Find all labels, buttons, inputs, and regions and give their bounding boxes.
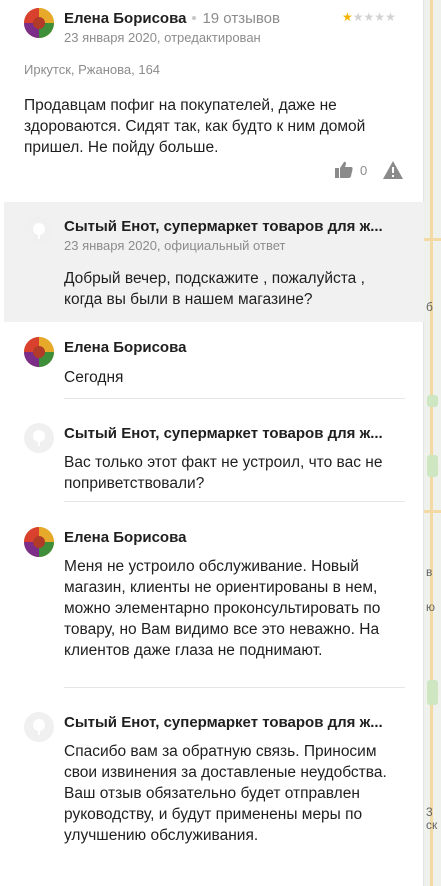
review-text: Продавцам пофиг на покупателей, даже не … bbox=[24, 97, 366, 156]
avatar[interactable] bbox=[24, 527, 54, 557]
thumbs-up-icon[interactable] bbox=[334, 160, 354, 185]
separator-dot bbox=[192, 16, 197, 20]
star-icon: ★ bbox=[352, 10, 364, 24]
thread-author: Сытый Енот, супермаркет товаров для ж... bbox=[64, 714, 383, 731]
star-icon: ★ bbox=[342, 10, 353, 24]
thread-text: Меня не устроило обслуживание. Новый маг… bbox=[64, 558, 381, 659]
avatar[interactable] bbox=[24, 8, 54, 38]
star-icon: ★ bbox=[374, 10, 386, 24]
thread-text: Вас только этот факт не устроил, что вас… bbox=[64, 454, 383, 492]
tree-icon bbox=[33, 719, 45, 735]
organization-avatar bbox=[24, 216, 54, 246]
map-label: б bbox=[426, 300, 433, 314]
divider bbox=[64, 687, 405, 688]
map-label: 3 bbox=[426, 805, 433, 819]
reviews-panel: Елена Борисова 19 отзывов ★★★★★ 23 января… bbox=[0, 0, 424, 886]
map-label: ю bbox=[426, 600, 435, 614]
thread-text: Сегодня bbox=[64, 369, 124, 386]
organization-avatar bbox=[24, 712, 54, 742]
reply-org-name: Сытый Енот, супермаркет товаров для ж... bbox=[64, 218, 383, 235]
report-icon[interactable] bbox=[382, 160, 404, 185]
map-edge[interactable]: б в ю 3 ск bbox=[423, 0, 441, 886]
star-icon: ★ bbox=[363, 10, 375, 24]
author-name[interactable]: Елена Борисова bbox=[64, 10, 186, 27]
review-date: 23 января 2020, отредактирован bbox=[64, 30, 261, 45]
divider bbox=[64, 501, 405, 502]
star-icon: ★ bbox=[385, 10, 396, 24]
organization-avatar bbox=[24, 423, 54, 453]
divider bbox=[64, 398, 405, 399]
reviews-count[interactable]: 19 отзывов bbox=[202, 10, 280, 27]
thread-author[interactable]: Елена Борисова bbox=[64, 529, 186, 546]
review-author[interactable]: Елена Борисова 19 отзывов bbox=[64, 10, 280, 27]
reply-text: Добрый вечер, подскажите , пожалуйста , … bbox=[64, 270, 365, 308]
review-address: Иркутск, Ржанова, 164 bbox=[24, 62, 161, 77]
thread-text: Спасибо вам за обратную связь. Приносим … bbox=[64, 743, 387, 844]
tree-icon bbox=[33, 430, 45, 446]
reply-date: 23 января 2020, официальный ответ bbox=[64, 238, 286, 253]
like-count: 0 bbox=[360, 163, 368, 178]
map-label: в bbox=[426, 565, 433, 579]
thread-author: Сытый Енот, супермаркет товаров для ж... bbox=[64, 425, 383, 442]
thread-author[interactable]: Елена Борисова bbox=[64, 339, 186, 356]
map-label: ск bbox=[426, 818, 438, 832]
tree-icon bbox=[33, 223, 45, 239]
rating-stars: ★★★★★ bbox=[342, 10, 396, 24]
avatar[interactable] bbox=[24, 337, 54, 367]
